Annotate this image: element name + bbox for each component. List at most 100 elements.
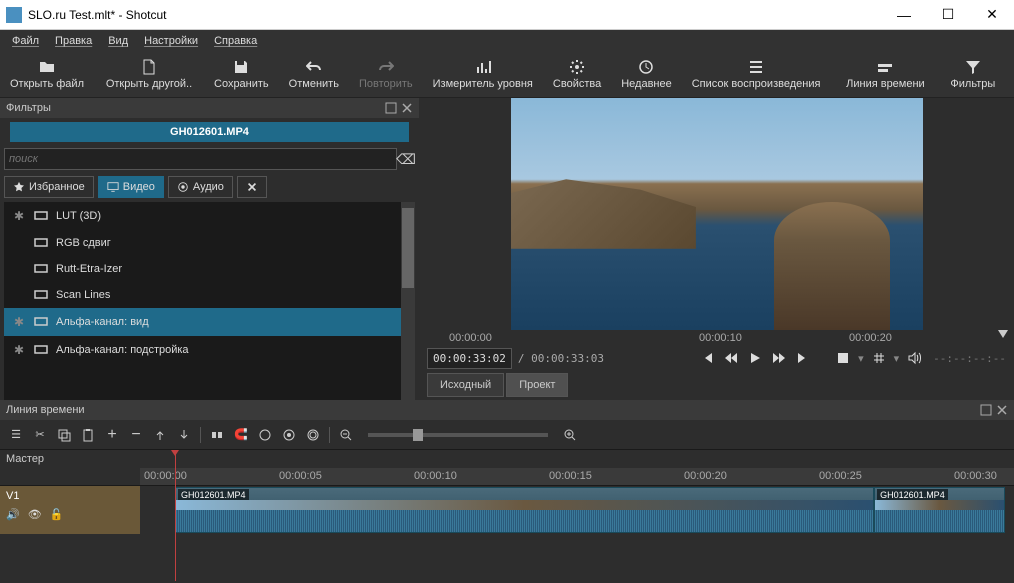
ripple-all-icon[interactable] (305, 427, 321, 443)
skip-start-button[interactable] (698, 349, 716, 367)
zoom-fit-button[interactable] (834, 349, 852, 367)
video-track[interactable]: GH012601.MP4GH012601.MP4 (140, 486, 1014, 534)
star-icon[interactable]: ✱ (14, 315, 26, 329)
minimize-button[interactable]: — (882, 0, 926, 30)
window-title: SLO.ru Test.mlt* - Shotcut (28, 8, 882, 22)
lift-icon[interactable] (152, 427, 168, 443)
filters-panel-title: Фильтры (6, 102, 51, 114)
current-timecode[interactable]: 00:00:33:02 (427, 348, 512, 369)
menu-settings[interactable]: Настройки (136, 32, 206, 50)
filter-item[interactable]: ✱Альфа-канал: подстройка (4, 336, 415, 364)
undo-button[interactable]: Отменить (279, 52, 349, 97)
copy-icon[interactable] (56, 427, 72, 443)
timeline-ruler-label: 00:00:00 (144, 470, 187, 482)
search-clear-icon[interactable]: ⌫ (397, 148, 415, 170)
overwrite-icon[interactable] (176, 427, 192, 443)
scrub-icon[interactable] (257, 427, 273, 443)
open-file-button[interactable]: Открыть файл (0, 52, 94, 97)
timeline-title: Линия времени (6, 404, 85, 416)
meter-button[interactable]: Измеритель уровня (423, 52, 543, 97)
visibility-icon[interactable]: 👁 (28, 508, 42, 521)
preview-panel: 00:00:00 00:00:10 00:00:20 00:00:33:02 /… (419, 98, 1014, 400)
save-button[interactable]: Сохранить (204, 52, 279, 97)
play-button[interactable] (746, 349, 764, 367)
clip[interactable]: GH012601.MP4 (874, 487, 1005, 533)
monitor-icon (34, 317, 48, 327)
lock-icon[interactable]: 🔓 (50, 508, 64, 521)
timeline-tracks[interactable]: 00:00:0000:00:0500:00:1000:00:1500:00:20… (140, 450, 1014, 581)
preview-viewport[interactable] (419, 98, 1014, 330)
panel-close-icon[interactable] (996, 404, 1008, 416)
recent-button[interactable]: Недавнее (611, 52, 682, 97)
cut-icon[interactable]: ✂ (32, 427, 48, 443)
mute-icon[interactable]: 🔊 (6, 508, 20, 521)
preview-ruler[interactable]: 00:00:00 00:00:10 00:00:20 (419, 330, 1014, 347)
monitor-icon (34, 264, 48, 274)
timeline-ruler-label: 00:00:05 (279, 470, 322, 482)
filter-item[interactable]: RGB сдвиг (4, 230, 415, 256)
volume-button[interactable] (905, 349, 923, 367)
add-icon[interactable]: + (104, 427, 120, 443)
zoom-out-icon[interactable] (338, 427, 354, 443)
clip[interactable]: GH012601.MP4 (175, 487, 874, 533)
filter-search-input[interactable] (4, 148, 397, 170)
ruler-tick: 00:00:10 (699, 332, 742, 344)
filter-item[interactable]: Scan Lines (4, 282, 415, 308)
grid-button[interactable] (870, 349, 888, 367)
timeline-ruler-label: 00:00:15 (549, 470, 592, 482)
remove-icon[interactable]: − (128, 427, 144, 443)
ruler-tick: 00:00:20 (849, 332, 892, 344)
selected-clip-name: GH012601.MP4 (10, 122, 409, 142)
menu-edit[interactable]: Правка (47, 32, 100, 50)
menu-file[interactable]: Файл (4, 32, 47, 50)
open-other-button[interactable]: Открыть другой.. (94, 52, 204, 97)
timeline-ruler-label: 00:00:30 (954, 470, 997, 482)
filter-list: ✱LUT (3D)RGB сдвигRutt-Etra-IzerScan Lin… (4, 202, 415, 400)
properties-button[interactable]: Свойства (543, 52, 611, 97)
monitor-icon (34, 290, 48, 300)
paste-icon[interactable] (80, 427, 96, 443)
filters-button[interactable]: Фильтры (940, 52, 1005, 97)
filter-tab-audio[interactable]: Аудио (168, 176, 233, 198)
filter-item[interactable]: ✱LUT (3D) (4, 202, 415, 230)
filter-tab-close[interactable] (237, 176, 267, 198)
rewind-button[interactable] (722, 349, 740, 367)
menu-help[interactable]: Справка (206, 32, 265, 50)
skip-end-button[interactable] (794, 349, 812, 367)
maximize-button[interactable]: ☐ (926, 0, 970, 30)
redo-button[interactable]: Повторить (349, 52, 423, 97)
playhead[interactable] (175, 450, 176, 581)
ripple-icon[interactable] (281, 427, 297, 443)
timeline-panel-header: Линия времени (0, 400, 1014, 420)
filter-scrollbar[interactable] (401, 202, 415, 400)
panel-close-icon[interactable] (401, 102, 413, 114)
zoom-slider[interactable] (368, 433, 548, 437)
snap-icon[interactable]: 🧲 (233, 427, 249, 443)
timeline-ruler[interactable]: 00:00:0000:00:0500:00:1000:00:1500:00:20… (140, 468, 1014, 486)
star-icon[interactable]: ✱ (14, 209, 26, 223)
ruler-marker-icon[interactable] (998, 330, 1008, 338)
split-icon[interactable] (209, 427, 225, 443)
menu-view[interactable]: Вид (100, 32, 136, 50)
filter-item[interactable]: Rutt-Etra-Izer (4, 256, 415, 282)
filter-tab-favorites[interactable]: Избранное (4, 176, 94, 198)
star-icon[interactable]: ✱ (14, 343, 26, 357)
panel-dock-icon[interactable] (385, 102, 397, 114)
filter-tab-video[interactable]: Видео (98, 176, 164, 198)
menu-icon[interactable]: ☰ (8, 427, 24, 443)
fast-forward-button[interactable] (770, 349, 788, 367)
filter-item[interactable]: ✱Альфа-канал: вид (4, 308, 415, 336)
playlist-button[interactable]: Список воспроизведения (682, 52, 831, 97)
timeline-track-headers: Мастер V1 🔊 👁 🔓 (0, 450, 140, 581)
master-track-label[interactable]: Мастер (0, 450, 140, 468)
timeline-ruler-label: 00:00:20 (684, 470, 727, 482)
timeline-button[interactable]: Линия времени (830, 52, 940, 97)
panel-dock-icon[interactable] (980, 404, 992, 416)
close-window-button[interactable]: ✕ (970, 0, 1014, 30)
project-tab[interactable]: Проект (506, 373, 568, 397)
zoom-in-icon[interactable] (562, 427, 578, 443)
ruler-tick: 00:00:00 (449, 332, 492, 344)
source-tab[interactable]: Исходный (427, 373, 504, 397)
in-out-readout: --:--:--:-- (933, 352, 1006, 365)
track-header-v1[interactable]: V1 🔊 👁 🔓 (0, 486, 140, 534)
